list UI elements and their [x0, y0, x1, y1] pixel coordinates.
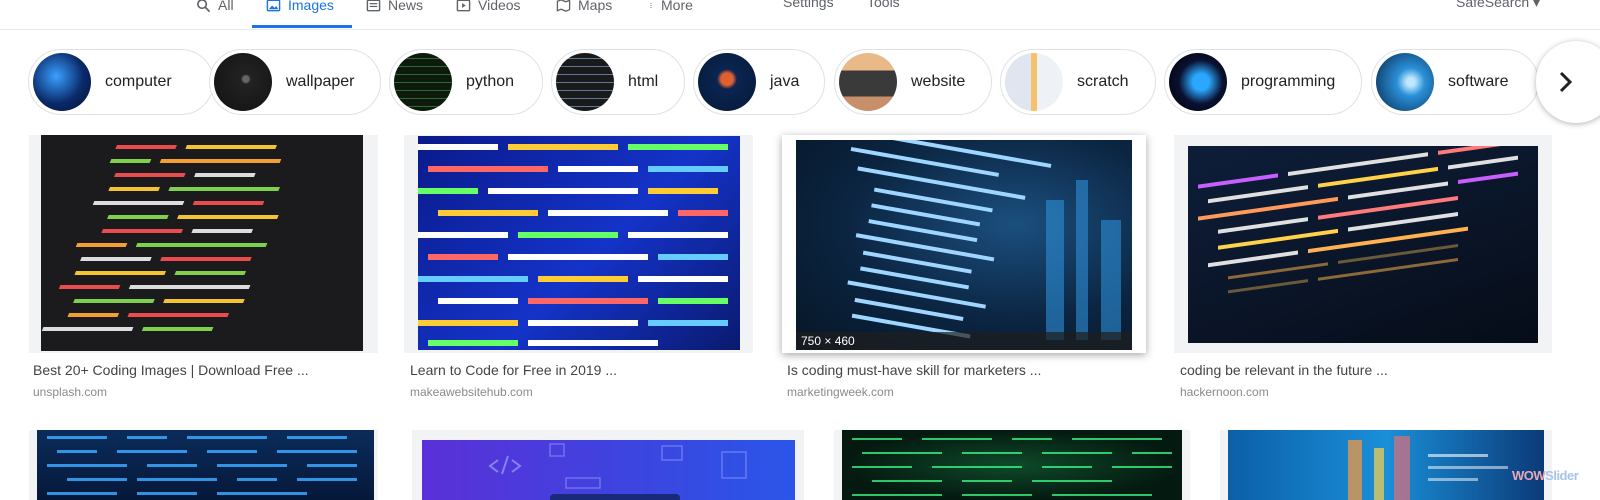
- result-thumbnail-coding-future[interactable]: [1188, 146, 1538, 343]
- result-source[interactable]: hackernoon.com: [1180, 385, 1269, 399]
- chip-html[interactable]: html: [551, 49, 685, 115]
- result-thumbnail-colorful-code[interactable]: [1228, 430, 1544, 500]
- chip-website[interactable]: website: [834, 49, 992, 115]
- chip-java[interactable]: java: [693, 49, 825, 115]
- result-title[interactable]: Best 20+ Coding Images | Download Free .…: [33, 362, 309, 378]
- wowslider-watermark: WOWSlider: [1512, 468, 1579, 483]
- chip-scratch[interactable]: scratch: [1000, 49, 1156, 115]
- tab-label: More: [661, 0, 693, 13]
- watermark-part2: Slider: [1545, 468, 1579, 483]
- chips-next-button[interactable]: [1536, 41, 1600, 123]
- chevron-right-icon: [1559, 71, 1573, 93]
- map-icon: [556, 0, 571, 12]
- result-source[interactable]: unsplash.com: [33, 385, 107, 399]
- chip-thumbnail: [1169, 53, 1227, 111]
- result-title[interactable]: coding be relevant in the future ...: [1180, 362, 1388, 378]
- tab-images[interactable]: Images: [266, 0, 334, 16]
- chip-thumbnail: [214, 53, 272, 111]
- code-screen-art: [41, 145, 282, 331]
- code-screen-art: [47, 436, 357, 495]
- chip-label: python: [466, 73, 515, 90]
- chip-programming[interactable]: programming: [1164, 49, 1362, 115]
- chip-python[interactable]: python: [389, 49, 543, 115]
- chip-wallpaper[interactable]: wallpaper: [209, 49, 381, 115]
- tab-label: News: [388, 0, 424, 13]
- tab-all[interactable]: All: [196, 0, 234, 16]
- chip-thumbnail: [33, 53, 91, 111]
- news-icon: [366, 0, 381, 11]
- search-tabs-bar: All Images News Videos Maps More Setting…: [0, 0, 1600, 30]
- chip-label: html: [628, 73, 659, 90]
- video-icon: [456, 0, 471, 11]
- result-thumbnail-binary-green[interactable]: [842, 430, 1182, 500]
- chip-label: computer: [105, 73, 172, 90]
- chip-software[interactable]: software: [1371, 49, 1539, 115]
- result-title[interactable]: Is coding must-have skill for marketers …: [787, 362, 1041, 378]
- result-thumbnail-binary-blue[interactable]: [37, 430, 374, 500]
- tab-label: Images: [288, 0, 334, 13]
- result-thumbnail-coding-dark[interactable]: [41, 135, 363, 351]
- search-icon: [197, 0, 211, 12]
- chip-label: scratch: [1077, 73, 1129, 90]
- chip-thumbnail: [394, 53, 452, 111]
- tab-maps[interactable]: Maps: [556, 0, 612, 16]
- image-icon: [266, 0, 281, 11]
- tab-label: Videos: [478, 0, 521, 13]
- result-source[interactable]: makeawebsitehub.com: [410, 385, 533, 399]
- google-images-results-page: All Images News Videos Maps More Setting…: [0, 0, 1600, 500]
- active-tab-indicator: [252, 25, 352, 28]
- result-thumbnail-purple-code[interactable]: [422, 440, 795, 500]
- more-vert-icon: [650, 2, 652, 8]
- chip-thumbnail: [1005, 53, 1063, 111]
- chip-thumbnail: [556, 53, 614, 111]
- tab-videos[interactable]: Videos: [456, 0, 521, 16]
- result-source[interactable]: marketingweek.com: [787, 385, 894, 399]
- chip-thumbnail: [1376, 53, 1434, 111]
- chip-label: java: [770, 73, 800, 90]
- code-screen-art: [1198, 146, 1528, 294]
- tools-link[interactable]: Tools: [867, 0, 900, 10]
- chip-label: wallpaper: [286, 73, 355, 90]
- chip-computer[interactable]: computer: [28, 49, 214, 115]
- result-thumbnail-coding-mirror[interactable]: 750 × 460: [796, 140, 1132, 350]
- code-screen-art: [418, 144, 728, 346]
- safesearch-dropdown[interactable]: SafeSearch ▾: [1456, 0, 1540, 11]
- tab-label: All: [218, 0, 234, 13]
- tab-news[interactable]: News: [366, 0, 423, 16]
- result-thumbnail-coding-blue[interactable]: [418, 136, 740, 350]
- tab-label: Maps: [578, 0, 613, 13]
- chip-label: software: [1448, 73, 1509, 90]
- watermark-part1: WOW: [1512, 468, 1546, 483]
- code-screen-art: [852, 438, 1172, 496]
- chip-label: programming: [1241, 73, 1336, 90]
- code-symbols-art: [488, 443, 747, 500]
- code-screen-art: [1348, 436, 1508, 500]
- result-title[interactable]: Learn to Code for Free in 2019 ...: [410, 362, 617, 378]
- settings-link[interactable]: Settings: [783, 0, 834, 10]
- chip-thumbnail: [839, 53, 897, 111]
- code-screen-art: [847, 140, 1121, 340]
- tab-more[interactable]: More: [648, 0, 693, 16]
- chip-thumbnail: [698, 53, 756, 111]
- image-size-label: 750 × 460: [796, 332, 1132, 350]
- chip-label: website: [911, 73, 966, 90]
